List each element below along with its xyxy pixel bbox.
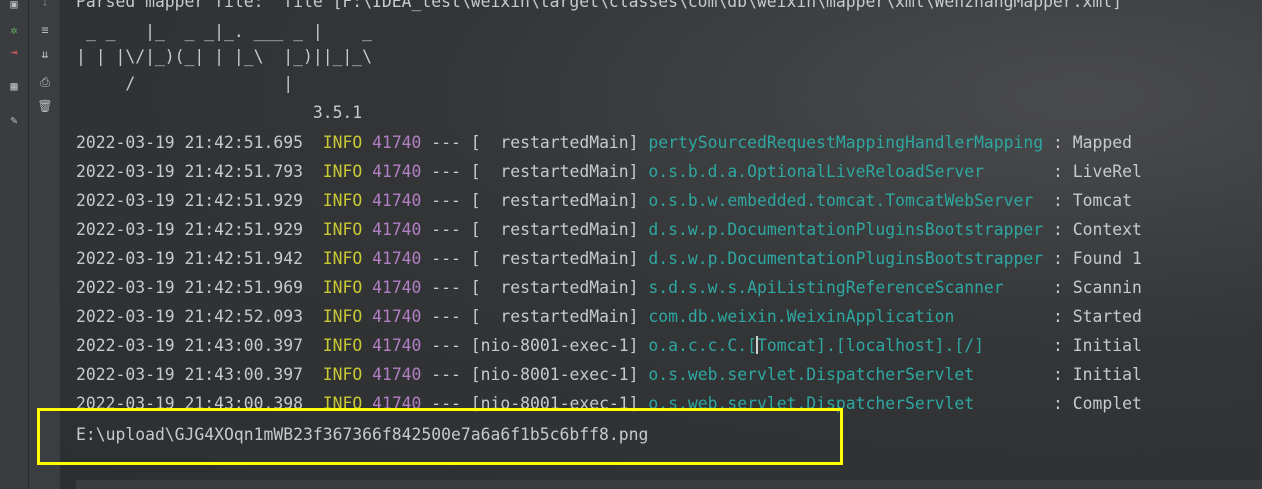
log-line: 2022-03-19 21:42:51.929 INFO 41740 --- […	[76, 191, 1132, 211]
trash-icon[interactable]: 🗑	[37, 98, 53, 114]
log-level: INFO	[322, 307, 363, 326]
log-level: INFO	[322, 336, 363, 355]
log-separator: ---	[431, 191, 461, 210]
banner-version: 3.5.1	[76, 103, 363, 122]
log-message: : Tomcat	[1053, 191, 1132, 210]
highlight-box	[37, 408, 843, 465]
log-line: 2022-03-19 21:42:51.969 INFO 41740 --- […	[76, 278, 1142, 298]
log-message: : Complet	[1053, 394, 1142, 413]
log-pid: 41740	[372, 133, 422, 152]
log-logger: com.db.weixin.WeixinApplication	[648, 307, 1044, 326]
exit-icon[interactable]: ⇥	[6, 44, 22, 60]
log-timestamp: 2022-03-19 21:42:52.093	[76, 307, 303, 326]
log-line: 2022-03-19 21:43:00.397 INFO 41740 --- […	[76, 365, 1142, 385]
log-timestamp: 2022-03-19 21:42:51.793	[76, 162, 303, 181]
log-level: INFO	[322, 220, 363, 239]
log-thread: [ restartedMain]	[470, 307, 639, 326]
log-separator: ---	[431, 162, 461, 181]
banner-line: / |	[76, 74, 294, 93]
down-arrow-icon[interactable]: ↓	[37, 0, 53, 10]
log-pid: 41740	[372, 365, 422, 384]
log-separator: ---	[431, 365, 461, 384]
log-logger: d.s.w.p.DocumentationPluginsBootstrapper	[648, 220, 1044, 239]
log-pid: 41740	[372, 249, 422, 268]
log-message: : Context	[1053, 220, 1142, 239]
log-thread: [ restartedMain]	[470, 191, 639, 210]
log-logger: o.a.c.c.C.[Tomcat].[localhost].[/]	[648, 336, 1044, 355]
log-line: 2022-03-19 21:42:51.929 INFO 41740 --- […	[76, 220, 1142, 240]
log-separator: ---	[431, 336, 461, 355]
text-cursor	[756, 336, 758, 354]
log-separator: ---	[431, 133, 461, 152]
log-level: INFO	[322, 162, 363, 181]
log-message: : Scannin	[1053, 278, 1142, 297]
log-thread: [nio-8001-exec-1]	[470, 336, 639, 355]
log-message: : Mapped	[1053, 133, 1132, 152]
log-level: INFO	[322, 365, 363, 384]
log-message: : LiveRel	[1053, 162, 1142, 181]
log-timestamp: 2022-03-19 21:43:00.397	[76, 365, 303, 384]
log-pid: 41740	[372, 336, 422, 355]
log-thread: [nio-8001-exec-1]	[470, 365, 639, 384]
log-level: INFO	[322, 133, 363, 152]
banner-line: | | |\/|_)(_| | |_\ |_)||_|_\	[76, 47, 373, 66]
log-message: : Found 1	[1053, 249, 1142, 268]
log-pid: 41740	[372, 162, 422, 181]
left-toolbar: ▣ ✲ ⇥ ▦ ✎	[0, 0, 29, 489]
bug-icon[interactable]: ✲	[6, 22, 22, 38]
log-thread: [ restartedMain]	[470, 220, 639, 239]
pin-icon[interactable]: ✎	[6, 112, 22, 128]
log-pid: 41740	[372, 278, 422, 297]
log-line: 2022-03-19 21:42:51.942 INFO 41740 --- […	[76, 249, 1142, 269]
log-thread: [ restartedMain]	[470, 162, 639, 181]
log-level: INFO	[322, 249, 363, 268]
log-timestamp: 2022-03-19 21:42:51.929	[76, 220, 303, 239]
scroll-to-end-icon[interactable]: ⇊	[37, 46, 53, 62]
print-icon[interactable]: ⎙	[37, 74, 53, 90]
log-separator: ---	[431, 220, 461, 239]
log-line: 2022-03-19 21:42:51.793 INFO 41740 --- […	[76, 162, 1142, 182]
log-line: 2022-03-19 21:42:51.695 INFO 41740 --- […	[76, 133, 1132, 153]
camera-icon[interactable]: ▣	[6, 0, 22, 12]
wrap-icon[interactable]: ≡	[37, 22, 53, 38]
log-separator: ---	[431, 278, 461, 297]
layout-icon[interactable]: ▦	[6, 78, 22, 94]
log-thread: [ restartedMain]	[470, 278, 639, 297]
banner-line: _ _ |_ _ _|_. ___ _ | _	[76, 22, 373, 41]
log-message: : Initial	[1053, 336, 1142, 355]
log-timestamp: 2022-03-19 21:43:00.397	[76, 336, 303, 355]
log-separator: ---	[431, 307, 461, 326]
log-level: INFO	[322, 191, 363, 210]
log-logger: pertySourcedRequestMappingHandlerMapping	[648, 133, 1044, 152]
log-line: 2022-03-19 21:42:52.093 INFO 41740 --- […	[76, 307, 1142, 327]
log-logger: o.s.web.servlet.DispatcherServlet	[648, 365, 1044, 384]
log-pid: 41740	[372, 191, 422, 210]
log-pid: 41740	[372, 307, 422, 326]
log-thread: [ restartedMain]	[470, 249, 639, 268]
log-thread: [ restartedMain]	[470, 133, 639, 152]
log-logger: d.s.w.p.DocumentationPluginsBootstrapper	[648, 249, 1044, 268]
log-logger: o.s.b.w.embedded.tomcat.TomcatWebServer	[648, 191, 1044, 210]
log-message: : Initial	[1053, 365, 1142, 384]
log-timestamp: 2022-03-19 21:42:51.695	[76, 133, 303, 152]
log-logger: o.s.b.d.a.OptionalLiveReloadServer	[648, 162, 1044, 181]
log-pid: 41740	[372, 220, 422, 239]
log-line: 2022-03-19 21:43:00.397 INFO 41740 --- […	[76, 336, 1142, 356]
console-partial-line: Parsed mapper file: 'file [F:\IDEA_test\…	[76, 0, 1132, 11]
log-separator: ---	[431, 249, 461, 268]
log-level: INFO	[322, 278, 363, 297]
log-timestamp: 2022-03-19 21:42:51.929	[76, 191, 303, 210]
log-timestamp: 2022-03-19 21:42:51.942	[76, 249, 303, 268]
log-timestamp: 2022-03-19 21:42:51.969	[76, 278, 303, 297]
horizontal-scrollbar[interactable]	[76, 480, 1262, 489]
log-logger: s.d.s.w.s.ApiListingReferenceScanner	[648, 278, 1044, 297]
log-message: : Started	[1053, 307, 1142, 326]
